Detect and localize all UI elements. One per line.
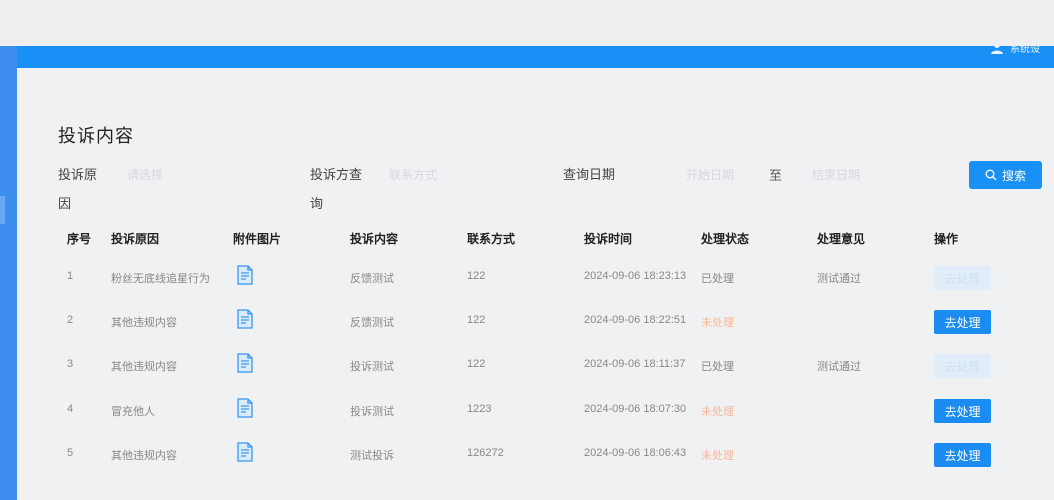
row-index: 4 xyxy=(67,403,74,415)
row-time: 2024-09-06 18:23:13 xyxy=(584,270,687,282)
row-status: 已处理 xyxy=(701,273,734,285)
column-header-status: 处理状态 xyxy=(701,232,750,246)
row-contact: 122 xyxy=(467,270,486,282)
row-contact: 122 xyxy=(467,314,486,326)
row-content: 反馈测试 xyxy=(350,317,394,329)
row-status: 已处理 xyxy=(701,361,734,373)
page-title: 投诉内容 xyxy=(58,126,134,146)
column-header-opinion: 处理意见 xyxy=(817,232,866,246)
row-content: 投诉测试 xyxy=(350,361,394,373)
row-time: 2024-09-06 18:06:43 xyxy=(584,447,687,459)
row-index: 2 xyxy=(67,314,74,326)
row-content: 投诉测试 xyxy=(350,406,394,418)
process-button[interactable]: 去处理 xyxy=(934,354,991,378)
document-icon[interactable] xyxy=(235,265,255,285)
header-user-menu[interactable]: 系统设 xyxy=(990,40,1040,55)
contact-filter-label-cont: 询 xyxy=(310,196,324,211)
document-icon[interactable] xyxy=(235,353,255,373)
column-header-action: 操作 xyxy=(934,232,959,246)
process-button[interactable]: 去处理 xyxy=(934,310,991,334)
column-header-attachment: 附件图片 xyxy=(233,232,282,246)
row-status: 未处理 xyxy=(701,406,734,418)
start-date-input[interactable] xyxy=(686,165,761,185)
row-contact: 122 xyxy=(467,358,486,370)
row-contact: 1223 xyxy=(467,403,492,415)
reason-filter-label: 投诉原 xyxy=(58,167,98,182)
row-reason: 粉丝无底线追星行为 xyxy=(111,273,210,285)
row-index: 5 xyxy=(67,447,74,459)
contact-input[interactable] xyxy=(389,165,549,185)
row-content: 测试投诉 xyxy=(350,450,394,462)
date-filter-label: 查询日期 xyxy=(563,167,616,182)
search-icon xyxy=(985,169,997,181)
document-icon[interactable] xyxy=(235,442,255,462)
header-bar xyxy=(17,46,1054,68)
header-user-label: 系统设 xyxy=(1010,43,1040,55)
row-time: 2024-09-06 18:07:30 xyxy=(584,403,687,415)
sidebar-collapse-handle[interactable] xyxy=(0,196,5,224)
row-status: 未处理 xyxy=(701,317,734,329)
column-header-reason: 投诉原因 xyxy=(111,232,160,246)
row-opinion: 测试通过 xyxy=(817,361,861,373)
row-time: 2024-09-06 18:11:37 xyxy=(584,358,686,370)
row-reason: 其他违规内容 xyxy=(111,450,177,462)
row-time: 2024-09-06 18:22:51 xyxy=(584,314,687,326)
process-button[interactable]: 去处理 xyxy=(934,443,991,467)
reason-filter-label-cont: 因 xyxy=(58,196,72,211)
row-status: 未处理 xyxy=(701,450,734,462)
process-button[interactable]: 去处理 xyxy=(934,399,991,423)
row-content: 反馈测试 xyxy=(350,273,394,285)
reason-select[interactable] xyxy=(127,165,297,185)
row-index: 3 xyxy=(67,358,74,370)
row-reason: 冒充他人 xyxy=(111,406,155,418)
column-header-index: 序号 xyxy=(67,232,92,246)
column-header-contact: 联系方式 xyxy=(467,232,516,246)
contact-filter-label: 投诉方查 xyxy=(310,167,363,182)
column-header-time: 投诉时间 xyxy=(584,232,633,246)
column-header-content: 投诉内容 xyxy=(350,232,399,246)
row-contact: 126272 xyxy=(467,447,504,459)
search-button[interactable]: 搜索 xyxy=(969,161,1042,189)
process-button[interactable]: 去处理 xyxy=(934,266,991,290)
window-top-strip xyxy=(0,0,1054,46)
row-index: 1 xyxy=(67,270,74,282)
row-opinion: 测试通过 xyxy=(817,273,861,285)
search-button-label: 搜索 xyxy=(1001,168,1026,183)
sidebar xyxy=(0,46,17,500)
user-icon xyxy=(991,41,1003,54)
row-reason: 其他违规内容 xyxy=(111,361,177,373)
date-range-separator: 至 xyxy=(769,168,783,183)
document-icon[interactable] xyxy=(235,309,255,329)
row-reason: 其他违规内容 xyxy=(111,317,177,329)
end-date-input[interactable] xyxy=(812,165,892,185)
document-icon[interactable] xyxy=(235,398,255,418)
